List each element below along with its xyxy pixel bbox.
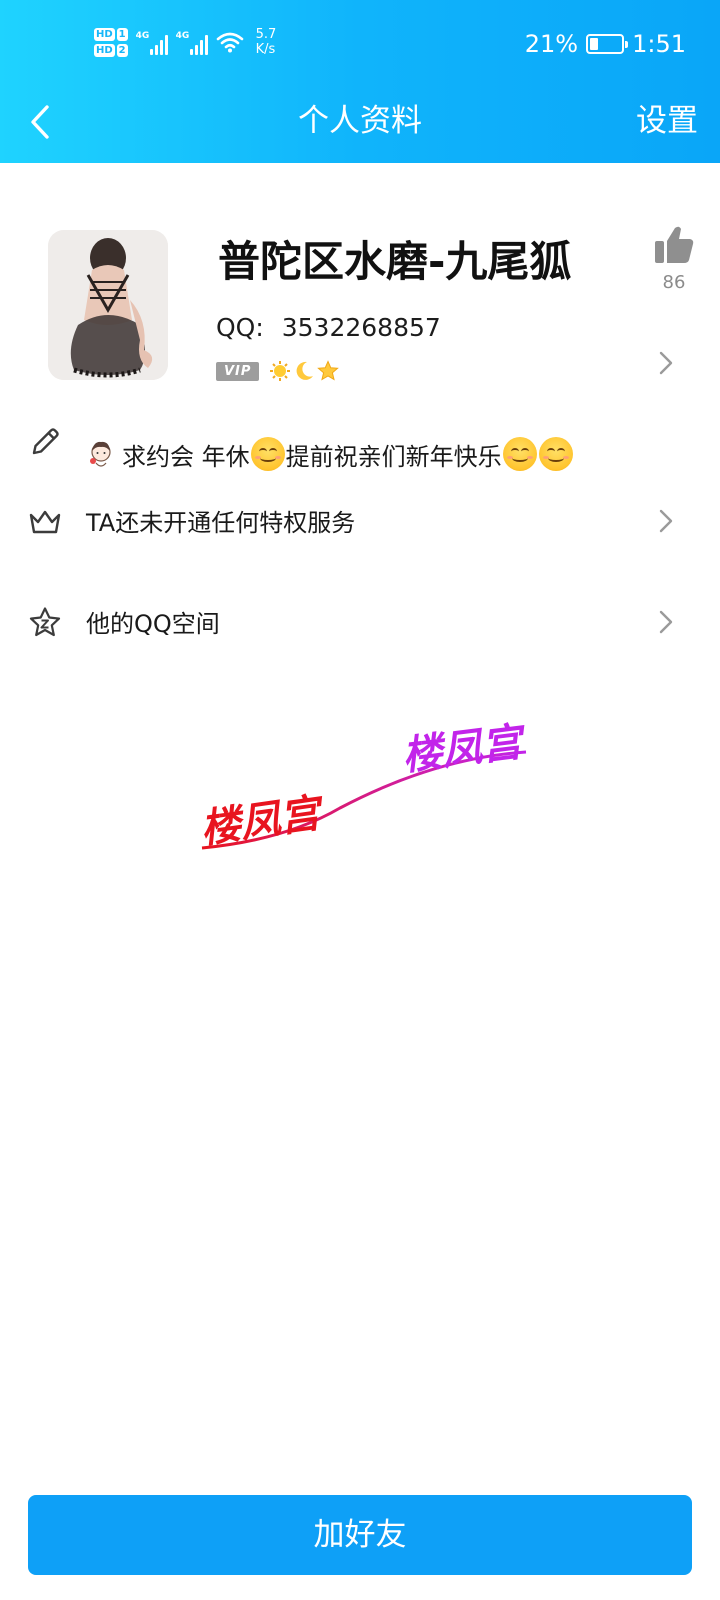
vip-badge: VIP (216, 361, 260, 381)
hd-label-1: HD (94, 27, 115, 41)
profile-detail-chevron[interactable] (656, 350, 676, 376)
profile-page: HD 1 HD 2 4G 4G 5.7 K/s 21% 1:51 个人资料 设置… (0, 0, 720, 1600)
qq-label: QQ: (216, 313, 264, 342)
sun-icon (270, 361, 291, 381)
speed-value: 5.7 (255, 27, 277, 42)
privilege-row[interactable]: TA还未开通任何特权服务 (86, 505, 355, 541)
status-left: HD 1 HD 2 4G 4G 5.7 K/s (94, 22, 276, 62)
watermark-text-2: 楼凤宫 (400, 719, 530, 780)
network-type-1: 4G (135, 31, 150, 41)
signal-icon: 4G (136, 29, 168, 55)
like-button[interactable]: 86 (652, 225, 696, 295)
smile-emoji-icon (502, 437, 537, 471)
chevron-right-icon (659, 610, 673, 634)
signature: 求约会 年休 提前祝亲们新年快乐 (86, 432, 574, 476)
hd-indicator-2: HD 2 (94, 43, 128, 57)
battery-icon (586, 34, 629, 54)
hd-indicator-1: HD 1 (94, 27, 128, 41)
network-speed: 5.7 K/s (256, 27, 277, 57)
crown-icon (28, 505, 62, 539)
clock: 1:51 (632, 30, 686, 58)
sim-label-2: 2 (116, 43, 128, 57)
header: HD 1 HD 2 4G 4G 5.7 K/s 21% 1:51 个人资料 设置 (0, 0, 720, 163)
qq-level-icons (269, 360, 340, 382)
signature-edit-button[interactable] (28, 425, 62, 459)
sim-label-1: 1 (116, 27, 128, 41)
qq-number: 3532268857 (281, 313, 441, 342)
qq-number-line: QQ: 3532268857 (216, 310, 441, 346)
avatar[interactable] (48, 230, 168, 380)
qzone-row[interactable]: 他的QQ空间 (86, 606, 220, 642)
watermark: 楼凤宫 楼凤宫 (198, 719, 530, 853)
hd-indicators: HD 1 HD 2 (94, 27, 128, 57)
qzone-chevron[interactable] (656, 609, 676, 635)
like-count: 86 (662, 272, 686, 293)
star-icon (28, 606, 62, 640)
pencil-icon (32, 428, 59, 455)
watermark-text-1: 楼凤宫 (198, 790, 328, 853)
network-type-2: 4G (175, 31, 190, 41)
add-friend-button[interactable]: 加好友 (28, 1495, 692, 1575)
girl-emoji-icon (90, 441, 111, 467)
signature-text-2: 提前祝亲们新年快乐 (285, 442, 502, 471)
hd-label-2: HD (94, 43, 115, 57)
page-title: 个人资料 (298, 103, 422, 139)
wifi-icon (216, 32, 243, 53)
signal-icon: 4G (176, 29, 208, 55)
thumbs-up-icon (655, 226, 694, 263)
settings-button[interactable]: 设置 (636, 96, 698, 146)
battery-percent: 21% (524, 30, 579, 58)
chevron-right-icon (659, 509, 673, 533)
star-level-icon (317, 360, 340, 381)
signature-text-1: 求约会 年休 (122, 442, 250, 471)
chevron-right-icon (659, 351, 673, 375)
smile-emoji-icon (250, 437, 285, 471)
avatar-image (48, 230, 168, 380)
nav-bar: 个人资料 设置 (0, 90, 720, 163)
speed-unit: K/s (255, 42, 276, 57)
status-bar: HD 1 HD 2 4G 4G 5.7 K/s 21% 1:51 (0, 0, 720, 90)
nickname: 普陀区水磨-九尾狐 (218, 237, 572, 286)
privilege-chevron[interactable] (656, 508, 676, 534)
moon-icon (297, 361, 314, 380)
status-right: 21% 1:51 (525, 28, 686, 60)
smile-emoji-icon (538, 437, 573, 471)
badges[interactable]: VIP (216, 358, 340, 384)
